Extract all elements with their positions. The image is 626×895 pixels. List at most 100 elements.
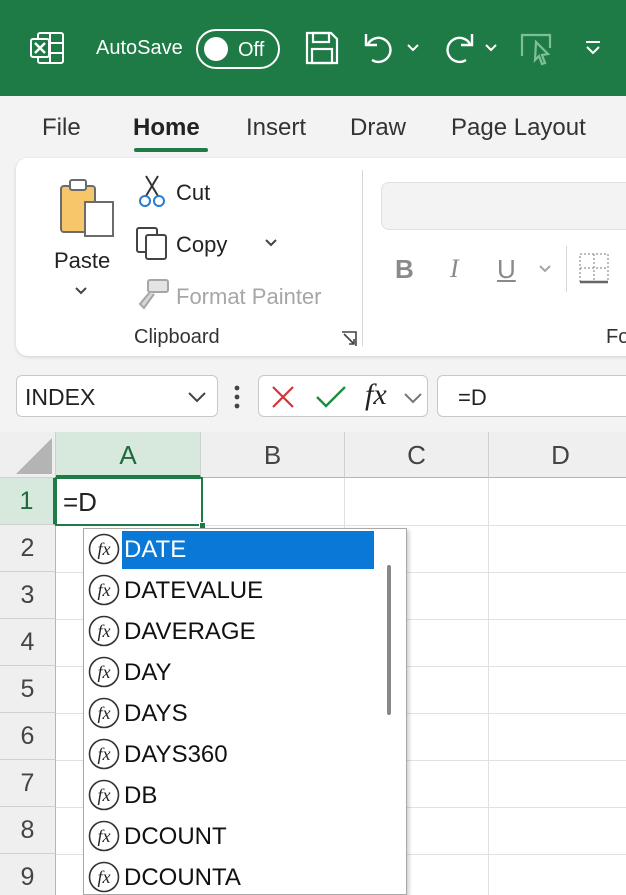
autocomplete-label: DAYS [124, 700, 188, 727]
autocomplete-label: DAY [124, 659, 172, 686]
function-icon: fx [88, 820, 120, 852]
close-icon[interactable] [271, 385, 295, 409]
row-header-8[interactable]: 8 [0, 807, 56, 854]
ribbon-group-separator [362, 170, 363, 346]
chevron-down-icon[interactable] [187, 390, 207, 404]
italic-button[interactable]: I [450, 254, 459, 284]
paste-button[interactable]: Paste [54, 248, 110, 274]
column-header-b[interactable]: B [201, 432, 345, 478]
redo-icon[interactable] [440, 30, 476, 66]
chevron-down-icon[interactable] [538, 264, 552, 274]
svg-text:fx: fx [98, 662, 111, 682]
font-name-box[interactable] [381, 182, 626, 230]
chevron-down-icon[interactable] [406, 42, 420, 54]
excel-logo-icon [30, 32, 64, 64]
tab-file[interactable]: File [42, 114, 81, 142]
check-icon[interactable] [315, 385, 347, 409]
active-tab-indicator [134, 148, 208, 152]
copy-icon [136, 227, 167, 260]
svg-text:fx: fx [98, 744, 111, 764]
copy-button[interactable]: Copy [176, 232, 227, 258]
autocomplete-label: DATE [122, 531, 374, 569]
autocomplete-label: DATEVALUE [124, 577, 264, 604]
title-bar: AutoSave Off [0, 0, 626, 96]
chevron-down-icon[interactable] [484, 42, 498, 54]
svg-text:fx: fx [98, 785, 111, 805]
autocomplete-item-dcounta[interactable]: fx DCOUNTA [84, 857, 374, 894]
paste-icon[interactable] [58, 176, 116, 238]
row-header-6[interactable]: 6 [0, 713, 56, 760]
borders-icon[interactable] [578, 252, 612, 286]
dialog-launcher-icon[interactable] [340, 330, 358, 348]
more-options-icon[interactable] [232, 384, 242, 410]
bold-button[interactable]: B [395, 254, 414, 285]
tab-draw[interactable]: Draw [350, 114, 406, 142]
autosave-label: AutoSave [96, 37, 183, 59]
autocomplete-item-daverage[interactable]: fx DAVERAGE [84, 611, 374, 652]
toggle-knob [204, 37, 228, 61]
underline-button[interactable]: U [497, 254, 516, 285]
function-icon: fx [88, 615, 120, 647]
tab-insert[interactable]: Insert [246, 114, 306, 142]
row-header-3[interactable]: 3 [0, 572, 56, 619]
tab-home[interactable]: Home [133, 114, 200, 142]
formula-value: =D [458, 385, 487, 410]
autocomplete-label: DAYS360 [124, 741, 228, 768]
row-header-1[interactable]: 1 [0, 478, 56, 525]
name-box-value: INDEX [25, 384, 96, 410]
cut-button[interactable]: Cut [176, 180, 210, 206]
autocomplete-item-db[interactable]: fx DB [84, 775, 374, 816]
autocomplete-item-day[interactable]: fx DAY [84, 652, 374, 693]
svg-text:fx: fx [98, 580, 111, 600]
autocomplete-scrollbar[interactable] [387, 565, 391, 715]
row-header-5[interactable]: 5 [0, 666, 56, 713]
grid-line [488, 478, 489, 895]
column-header-a[interactable]: A [56, 432, 201, 478]
row-header-2[interactable]: 2 [0, 525, 56, 572]
autosave-state: Off [238, 39, 265, 61]
ribbon-tabs: File Home Insert Draw Page Layout [0, 96, 626, 158]
column-header-c[interactable]: C [345, 432, 489, 478]
autosave-toggle[interactable]: Off [196, 29, 280, 69]
svg-text:fx: fx [98, 621, 111, 641]
function-icon: fx [88, 656, 120, 688]
cell-a1-value: =D [63, 487, 97, 517]
tab-page-layout[interactable]: Page Layout [451, 114, 586, 142]
select-all-corner[interactable] [0, 432, 56, 478]
format-painter-icon [138, 279, 169, 310]
name-box[interactable]: INDEX [16, 375, 218, 417]
select-all-icon [16, 438, 52, 474]
formula-controls: fx [258, 375, 428, 417]
function-icon: fx [88, 574, 120, 606]
format-painter-button[interactable]: Format Painter [176, 284, 322, 310]
autocomplete-item-date[interactable]: fx DATE [84, 529, 374, 570]
active-cell-a1[interactable]: =D [55, 477, 206, 529]
chevron-down-icon[interactable] [74, 286, 88, 296]
autocomplete-item-days360[interactable]: fx DAYS360 [84, 734, 374, 775]
autocomplete-item-datevalue[interactable]: fx DATEVALUE [84, 570, 374, 611]
chevron-down-icon[interactable] [264, 238, 278, 248]
row-header-4[interactable]: 4 [0, 619, 56, 666]
function-icon: fx [88, 533, 120, 565]
undo-icon[interactable] [362, 30, 398, 66]
svg-text:fx: fx [98, 703, 111, 723]
chevron-down-icon[interactable] [403, 391, 423, 405]
insert-function-button[interactable]: fx [365, 378, 387, 412]
row-header-7[interactable]: 7 [0, 760, 56, 807]
autocomplete-item-days[interactable]: fx DAYS [84, 693, 374, 734]
svg-text:fx: fx [98, 539, 111, 559]
customize-toolbar-icon[interactable] [584, 40, 602, 56]
svg-text:fx: fx [98, 826, 111, 846]
save-icon[interactable] [304, 30, 340, 66]
font-group-label: Fo [606, 326, 626, 348]
autocomplete-label: DAVERAGE [124, 618, 256, 645]
touch-mode-icon[interactable] [518, 30, 554, 66]
scissors-icon [139, 175, 165, 207]
function-icon: fx [88, 738, 120, 770]
column-header-d[interactable]: D [489, 432, 626, 478]
formula-input[interactable]: =D [437, 375, 626, 417]
function-icon: fx [88, 779, 120, 811]
row-header-9[interactable]: 9 [0, 854, 56, 895]
function-autocomplete: fx DATE fx DATEVALUE fx DAVERAGE fx DAY … [83, 528, 407, 895]
autocomplete-item-dcount[interactable]: fx DCOUNT [84, 816, 374, 857]
